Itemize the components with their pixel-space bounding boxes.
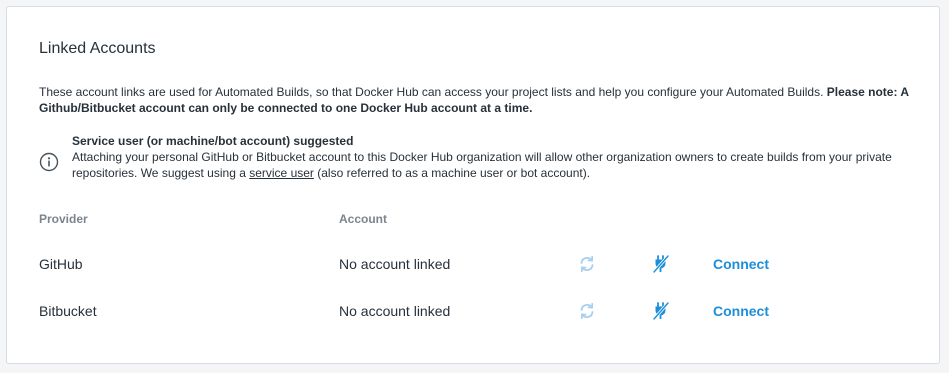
connect-bitbucket-button[interactable]: Connect <box>713 303 769 319</box>
service-user-link[interactable]: service user <box>249 166 314 180</box>
account-status: No account linked <box>339 256 451 272</box>
provider-name: GitHub <box>39 256 83 272</box>
table-row-bitbucket: Bitbucket No account linked Connect <box>7 301 941 323</box>
refresh-icon[interactable] <box>577 301 597 321</box>
notice-body: Service user (or machine/bot account) su… <box>72 133 922 181</box>
linked-accounts-card: Linked Accounts These account links are … <box>6 6 940 364</box>
provider-name: Bitbucket <box>39 303 97 319</box>
notice-text-after: (also referred to as a machine user or b… <box>313 166 591 180</box>
unlink-icon[interactable] <box>651 254 671 274</box>
intro-paragraph: These account links are used for Automat… <box>39 84 919 116</box>
account-column-header: Account <box>339 212 387 226</box>
section-title: Linked Accounts <box>39 40 156 57</box>
table-row-github: GitHub No account linked Connect <box>7 254 941 276</box>
provider-column-header: Provider <box>39 212 88 226</box>
refresh-icon[interactable] <box>577 254 597 274</box>
connect-github-button[interactable]: Connect <box>713 256 769 272</box>
info-icon <box>39 152 59 172</box>
intro-text: These account links are used for Automat… <box>39 85 827 99</box>
notice-title: Service user (or machine/bot account) su… <box>72 134 354 148</box>
account-status: No account linked <box>339 303 451 319</box>
unlink-icon[interactable] <box>651 301 671 321</box>
